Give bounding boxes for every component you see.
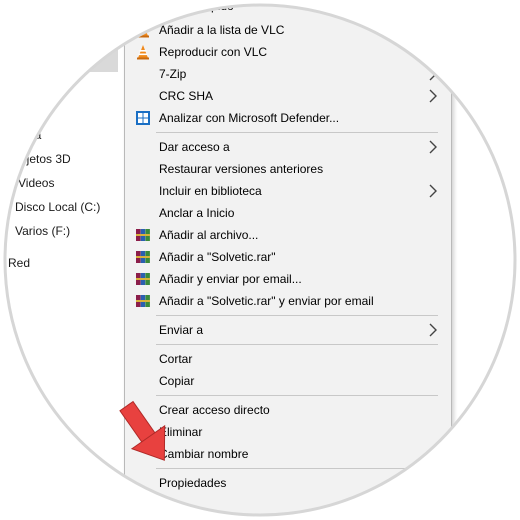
menu-item-add-and-email[interactable]: Añadir y enviar por email... <box>125 268 449 290</box>
menu-item-play-with-vlc[interactable]: Reproducir con VLC <box>125 41 449 63</box>
menu-item-label: Crear acceso directo <box>159 403 270 417</box>
menu-item-send-to[interactable]: Enviar a <box>125 319 449 341</box>
menu-item-label: Añadir a "Solvetic.rar" y enviar por ema… <box>159 294 374 308</box>
menu-item-label: 7-Zip <box>159 67 187 81</box>
chevron-right-icon <box>427 67 439 81</box>
menu-item-add-solvetic-rar-and-email[interactable]: Añadir a "Solvetic.rar" y enviar por ema… <box>125 290 449 312</box>
menu-item-label: Copiar <box>159 374 195 388</box>
defender-shield-icon <box>135 110 151 126</box>
menu-separator <box>156 468 438 469</box>
nav-item-music[interactable]: ica <box>26 128 41 142</box>
menu-item-label: Añadir a la lista de VLC <box>159 23 285 37</box>
menu-separator <box>156 132 438 133</box>
window-background <box>451 0 520 520</box>
menu-item-add-to-solvetic-rar[interactable]: Añadir a "Solvetic.rar" <box>125 246 449 268</box>
navigation-pane: es ica bjetos 3D Videos Disco Local (C:)… <box>0 0 124 520</box>
red-arrow-icon <box>118 398 174 470</box>
chevron-right-icon <box>427 184 439 198</box>
menu-item-restore-versions[interactable]: Restaurar versiones anteriores <box>125 158 449 180</box>
menu-item-label: Enviar a <box>159 323 204 337</box>
menu-item-label: CRC SHA <box>159 89 214 103</box>
winrar-icon <box>135 271 151 287</box>
winrar-icon <box>135 227 151 243</box>
menu-item-quick-access[interactable]: acceso rápido <box>125 0 449 17</box>
menu-item-crc-sha[interactable]: CRC SHA <box>125 85 449 107</box>
menu-item-add-to-archive[interactable]: Añadir al archivo... <box>125 224 449 246</box>
ribbon-area <box>0 0 118 72</box>
menu-item-copy[interactable]: Copiar <box>125 370 449 392</box>
screenshot-stage: es ica bjetos 3D Videos Disco Local (C:)… <box>0 0 520 520</box>
vlc-cone-icon <box>135 22 151 38</box>
menu-item-add-to-vlc-list[interactable]: Añadir a la lista de VLC <box>125 19 449 41</box>
menu-item-pin-start[interactable]: Anclar a Inicio <box>125 202 449 224</box>
chevron-right-icon <box>427 323 439 337</box>
menu-item-label: Añadir a "Solvetic.rar" <box>159 250 276 264</box>
menu-item-properties[interactable]: Propiedades <box>125 472 449 494</box>
menu-separator <box>156 344 438 345</box>
menu-item-label: Propiedades <box>159 476 227 490</box>
nav-item-local-disk-c[interactable]: Disco Local (C:) <box>15 200 100 214</box>
menu-item-include-library[interactable]: Incluir en biblioteca <box>125 180 449 202</box>
menu-item-label: Cortar <box>159 352 193 366</box>
nav-item-videos[interactable]: Videos <box>18 176 54 190</box>
nav-item-3d-objects[interactable]: bjetos 3D <box>20 152 71 166</box>
menu-item-label: Anclar a Inicio <box>159 206 235 220</box>
vlc-cone-icon <box>135 44 151 60</box>
menu-item-label: Incluir en biblioteca <box>159 184 262 198</box>
chevron-right-icon <box>427 140 439 154</box>
menu-separator <box>156 315 438 316</box>
menu-item-give-access[interactable]: Dar acceso a <box>125 136 449 158</box>
winrar-icon <box>135 293 151 309</box>
nav-item-varios-f[interactable]: Varios (F:) <box>15 224 70 238</box>
menu-item-label: Reproducir con VLC <box>159 45 268 59</box>
nav-item-network[interactable]: Red <box>8 256 30 270</box>
menu-item-scan-defender[interactable]: Analizar con Microsoft Defender... <box>125 107 449 129</box>
menu-item-7zip[interactable]: 7-Zip <box>125 63 449 85</box>
menu-separator <box>156 395 438 396</box>
menu-item-label: Añadir y enviar por email... <box>159 272 302 286</box>
menu-item-label: Restaurar versiones anteriores <box>159 162 324 176</box>
chevron-right-icon <box>427 89 439 103</box>
nav-item-quick-access[interactable]: es <box>30 104 43 118</box>
menu-item-label: Analizar con Microsoft Defender... <box>159 111 340 125</box>
menu-item-label: Añadir al archivo... <box>159 228 259 242</box>
menu-item-cut[interactable]: Cortar <box>125 348 449 370</box>
winrar-icon <box>135 249 151 265</box>
menu-item-label: Dar acceso a <box>159 140 230 154</box>
menu-item-label: acceso rápido <box>159 0 234 13</box>
